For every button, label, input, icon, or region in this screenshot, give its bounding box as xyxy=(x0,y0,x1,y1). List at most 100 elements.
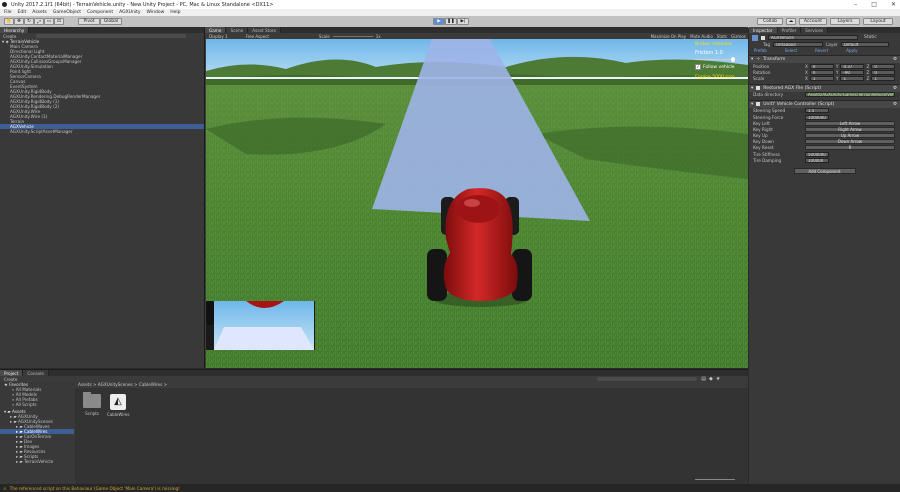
layout-dropdown[interactable]: Layout xyxy=(863,18,893,25)
collab-button[interactable]: Collab xyxy=(757,18,783,25)
engine-rpm-text: Engine 5000 rpm xyxy=(695,75,735,80)
friction-slider-handle[interactable] xyxy=(731,57,736,62)
close-button[interactable]: ✕ xyxy=(891,1,896,8)
vehicle-value-field[interactable]: 1000000 xyxy=(805,114,829,120)
scale-slider[interactable] xyxy=(332,35,373,37)
tab-inspector[interactable]: Inspector xyxy=(749,27,778,33)
component-settings-icon[interactable]: ⚙ xyxy=(893,57,897,62)
agx-file-header[interactable]: ▾ Restored AGX File (Script) ⚙ xyxy=(749,83,900,92)
maximize-button[interactable]: □ xyxy=(871,1,877,8)
rect-tool-button[interactable]: ▭ xyxy=(44,18,54,25)
tab-project[interactable]: Project xyxy=(0,370,24,376)
transform-scale-x-field[interactable]: 1 xyxy=(809,75,834,81)
icon-size-slider[interactable] xyxy=(695,479,735,480)
transform-scale-y-field[interactable]: 1 xyxy=(840,75,865,81)
menu-window[interactable]: Window xyxy=(147,10,165,15)
hierarchy-item[interactable]: AGXUnity.ScriptAssetManager xyxy=(0,129,204,134)
account-dropdown[interactable]: Account xyxy=(799,18,827,25)
friction-slider[interactable] xyxy=(695,57,750,62)
tab-game[interactable]: Game xyxy=(205,27,227,33)
project-search-input[interactable] xyxy=(597,377,698,381)
move-tool-button[interactable]: ✥ xyxy=(14,18,24,25)
tab-console[interactable]: Console xyxy=(23,370,49,376)
tag-dropdown[interactable]: Untagged xyxy=(773,41,824,47)
transform-rotation-y-field[interactable]: -90 xyxy=(840,69,865,75)
vehicle-controller-header[interactable]: ▾ UnitY Vehicle Controller (Script) ⚙ xyxy=(749,99,900,108)
tab-scene[interactable]: Scene xyxy=(226,27,249,33)
object-name-field[interactable]: AGXVehicle xyxy=(768,35,858,40)
toggle-gizmos[interactable]: Gizmos xyxy=(731,34,746,39)
prefab-revert-button[interactable]: Revert xyxy=(815,48,828,53)
play-button[interactable]: ▶ xyxy=(433,18,445,25)
component-enable-checkbox[interactable] xyxy=(756,102,761,107)
component-enable-checkbox[interactable] xyxy=(756,86,761,91)
hierarchy-create-dropdown[interactable]: Create xyxy=(3,34,16,39)
menu-help[interactable]: Help xyxy=(170,10,180,15)
transform-rotation-x-field[interactable]: 0 xyxy=(809,69,834,75)
tab-hierarchy[interactable]: Hierarchy xyxy=(0,27,30,33)
transform-position-y-field[interactable]: 0.37 xyxy=(840,63,865,69)
display-dropdown[interactable]: Display 1 xyxy=(209,34,228,39)
pause-button[interactable]: ❚❚ xyxy=(445,18,457,25)
project-panel: Project Console Create ▤ ◆ ★ ★ Favorites… xyxy=(0,369,748,485)
game-viewport[interactable] xyxy=(206,39,748,368)
transform-title: Transform xyxy=(763,57,786,62)
global-button[interactable]: Global xyxy=(100,18,122,25)
scale-tool-button[interactable]: ⤢ xyxy=(34,18,44,25)
tab-asset-store[interactable]: Asset Store xyxy=(248,27,282,33)
transform-tool-button[interactable]: ⊡ xyxy=(54,18,64,25)
transform-position-z-field[interactable]: 0 xyxy=(871,63,896,69)
key-binding-button[interactable]: Up Arrow xyxy=(805,133,895,139)
key-binding-button[interactable]: Right Arrow xyxy=(805,126,895,132)
static-checkbox-label[interactable]: Static xyxy=(864,35,877,40)
asset-item-scripts[interactable]: Scripts xyxy=(81,392,103,416)
component-settings-icon[interactable]: ⚙ xyxy=(893,86,897,91)
active-checkbox[interactable] xyxy=(761,35,765,40)
menu-edit[interactable]: Edit xyxy=(18,10,27,15)
project-breadcrumb: Assets > AGXUnityScenes > CableWires > xyxy=(75,382,748,388)
favorite-item[interactable]: ⌕ All Scripts xyxy=(0,402,74,407)
rotate-tool-button[interactable]: ↻ xyxy=(24,18,34,25)
key-binding-button[interactable]: Left Arrow xyxy=(805,120,895,126)
tab-services[interactable]: Services xyxy=(801,27,828,33)
menu-assets[interactable]: Assets xyxy=(32,10,47,15)
hierarchy-search-input[interactable] xyxy=(36,34,187,38)
toggle-stats[interactable]: Stats xyxy=(717,34,727,39)
asset-tree-item[interactable]: ▸ ▰ TerrainVehicle xyxy=(0,459,74,464)
add-component-button[interactable]: Add Component xyxy=(793,168,856,175)
menu-component[interactable]: Component xyxy=(87,10,113,15)
transform-header[interactable]: ▾ ⊹ Transform ⚙ xyxy=(749,55,900,63)
component-settings-icon[interactable]: ⚙ xyxy=(893,102,897,107)
toggle-maximize-on-play[interactable]: Maximize On Play xyxy=(651,34,687,39)
status-message[interactable]: The referenced script on this Behaviour … xyxy=(10,486,180,491)
menu-agxunity[interactable]: AGXUnity xyxy=(119,10,140,15)
prefab-apply-button[interactable]: Apply xyxy=(846,48,857,53)
asset-tree-label: TerrainVehicle xyxy=(24,459,54,464)
aspect-dropdown[interactable]: Free Aspect xyxy=(246,34,269,39)
transform-position-x-field[interactable]: 0 xyxy=(809,63,834,69)
transform-rotation-z-field[interactable]: 0 xyxy=(871,69,896,75)
layers-dropdown[interactable]: Layers xyxy=(830,18,860,25)
vehicle-value-field[interactable]: 100000 xyxy=(805,157,829,163)
pivot-button[interactable]: Pivot xyxy=(78,18,100,25)
step-button[interactable]: ▶| xyxy=(457,18,469,25)
layer-dropdown[interactable]: Default xyxy=(840,41,889,47)
transform-scale-z-field[interactable]: 1 xyxy=(871,75,896,81)
prefab-select-button[interactable]: Select xyxy=(785,48,797,53)
hand-tool-button[interactable]: ✋ xyxy=(4,18,14,25)
data-directory-field[interactable]: Assets/AGXUnity/Games/TerrainVehicle/Veh… xyxy=(805,92,895,98)
tab-profiler[interactable]: Profiler xyxy=(777,27,802,33)
asset-item-cablewires[interactable]: ◭ CableWires xyxy=(107,394,129,417)
key-binding-button[interactable]: R xyxy=(805,145,895,151)
key-binding-button[interactable]: Down Arrow xyxy=(805,139,895,145)
minimize-button[interactable]: – xyxy=(854,1,857,8)
vehicle-field-row: Key Left Left Arrow xyxy=(749,120,900,126)
vehicle-value-field[interactable]: 1.5 xyxy=(805,108,829,114)
project-create-dropdown[interactable]: Create xyxy=(4,377,17,382)
menu-gameobject[interactable]: GameObject xyxy=(53,10,81,15)
vehicle-value-field[interactable]: 5000000 xyxy=(805,151,829,157)
cloud-button[interactable]: ☁ xyxy=(786,18,796,25)
menu-file[interactable]: File xyxy=(4,10,12,15)
follow-vehicle-checkbox[interactable]: ✓ xyxy=(695,64,701,70)
toggle-mute-audio[interactable]: Mute Audio xyxy=(690,34,713,39)
